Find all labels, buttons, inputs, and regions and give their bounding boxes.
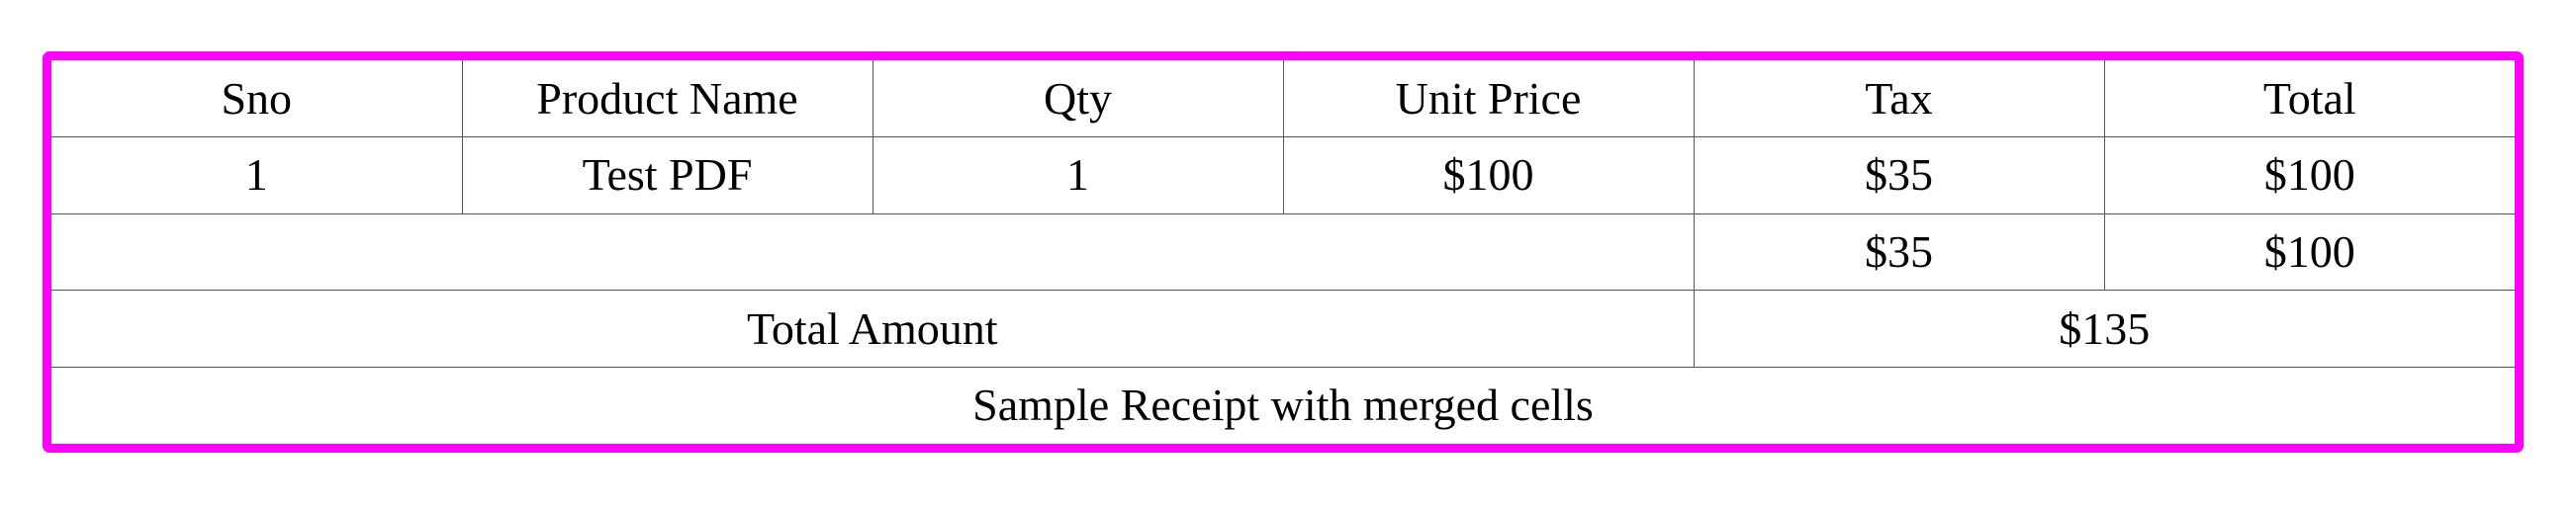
header-unit-price: Unit Price xyxy=(1282,60,1695,138)
caption-row: Sample Receipt with merged cells xyxy=(51,366,2515,444)
cell-qty: 1 xyxy=(872,136,1284,214)
receipt-frame: Sno Product Name Qty Unit Price Tax Tota… xyxy=(43,51,2524,453)
header-product-name: Product Name xyxy=(461,60,874,138)
cell-unit-price: $100 xyxy=(1282,136,1695,214)
cell-sno: 1 xyxy=(51,136,463,214)
table-row: 1 Test PDF 1 $100 $35 $100 xyxy=(51,136,2515,214)
header-row: Sno Product Name Qty Unit Price Tax Tota… xyxy=(51,60,2515,138)
subtotal-empty-merged-cell xyxy=(51,212,1695,292)
total-amount-row: Total Amount $135 xyxy=(51,290,2515,368)
cell-product-name: Test PDF xyxy=(461,136,874,214)
header-qty: Qty xyxy=(872,60,1284,138)
subtotal-tax: $35 xyxy=(1693,212,2105,292)
total-amount-value: $135 xyxy=(1693,290,2515,368)
total-amount-label: Total Amount xyxy=(51,290,1695,368)
cell-tax: $35 xyxy=(1693,136,2105,214)
header-total: Total xyxy=(2103,60,2515,138)
header-sno: Sno xyxy=(51,60,463,138)
cell-total: $100 xyxy=(2103,136,2515,214)
receipt-caption: Sample Receipt with merged cells xyxy=(51,366,2515,444)
receipt-table: Sno Product Name Qty Unit Price Tax Tota… xyxy=(51,60,2515,444)
header-tax: Tax xyxy=(1693,60,2105,138)
subtotal-total: $100 xyxy=(2103,212,2515,292)
subtotal-row: $35 $100 xyxy=(51,212,2515,292)
